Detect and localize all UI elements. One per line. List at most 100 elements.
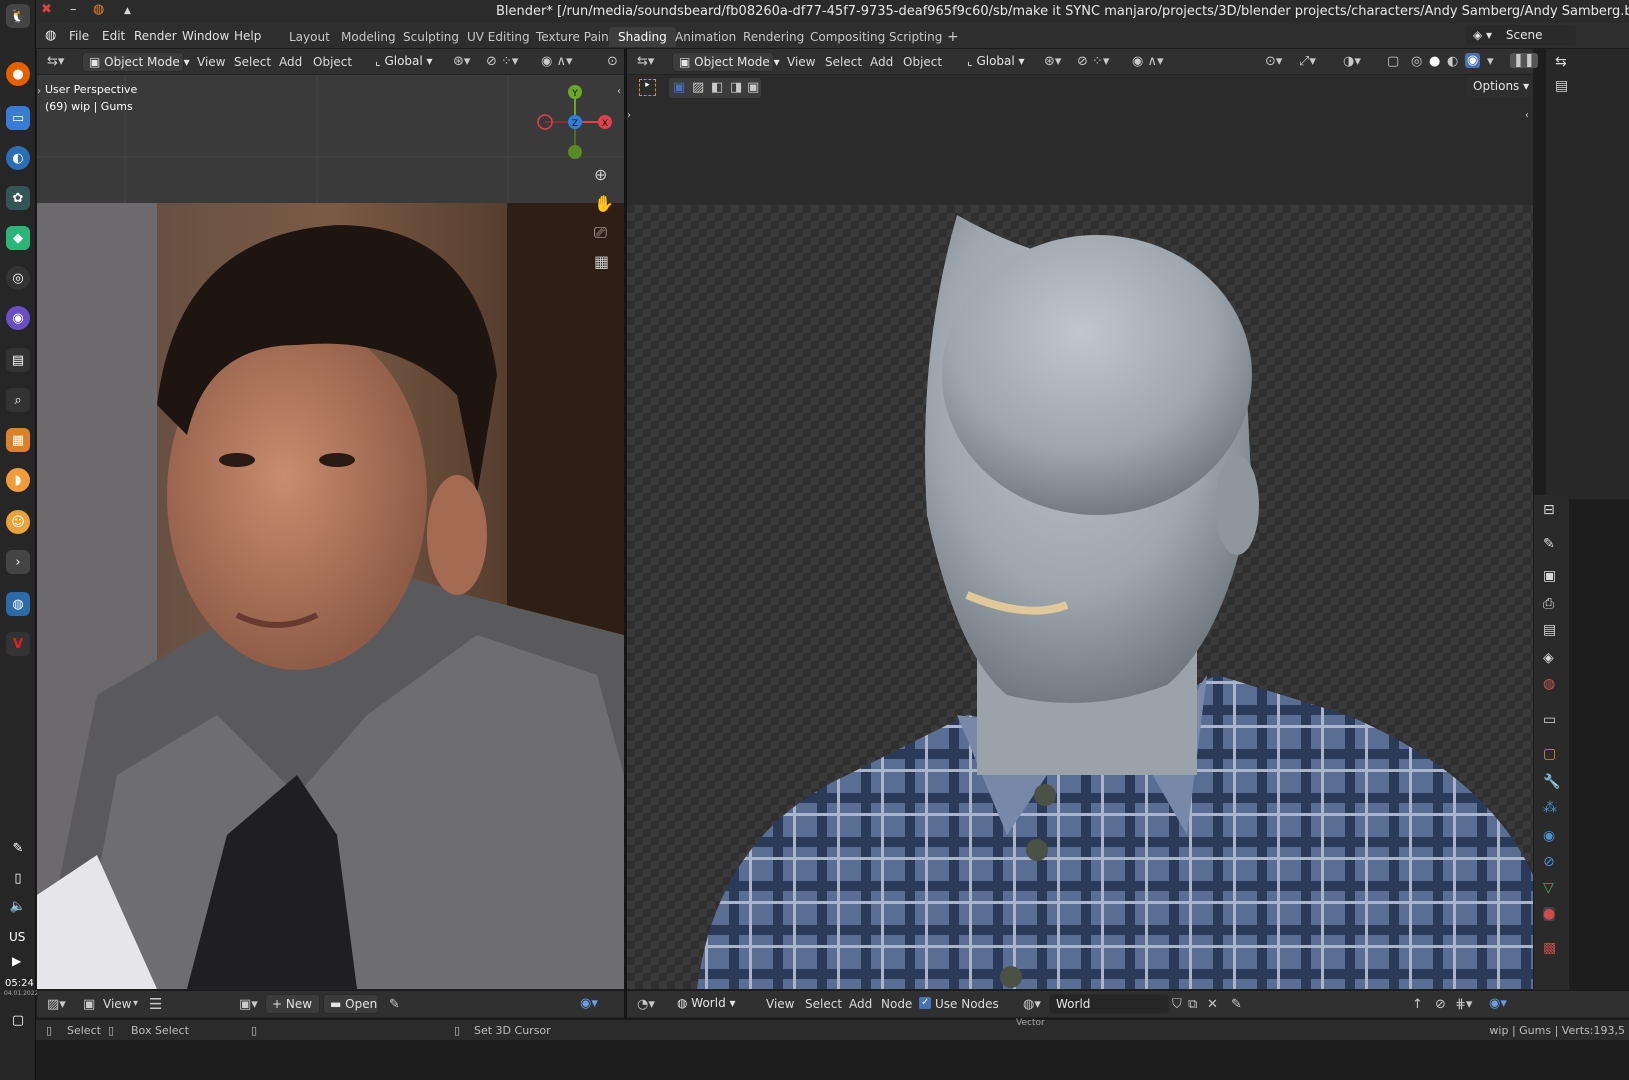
linux-logo-icon[interactable]: 🐧 [6,4,30,28]
menu-edit[interactable]: Edit [102,29,125,43]
left-viewport[interactable]: User Perspective (69) wip | Gums Y X Z ⊕… [37,75,624,989]
right-viewport[interactable]: ▸ ▣ ▨ ◧ ◨ ▣ Options ▾ › ‹ [627,75,1533,989]
app-color-icon[interactable]: ◉ [6,306,30,330]
modifier-props-icon[interactable]: 🔧 [1543,775,1560,789]
editor-type-icon[interactable]: ⇆▾ [637,55,654,68]
world-props-icon[interactable]: ◍ [1543,677,1555,691]
menu-view[interactable]: View [766,997,794,1011]
sidebar-expand-icon[interactable]: ‹ [617,87,621,97]
outliner-icon[interactable]: ▤ [1555,79,1568,93]
pivot-icon[interactable]: ⊛▾ [1044,55,1061,68]
expand-icon[interactable]: ▶ [12,954,21,968]
output-props-icon[interactable]: ⎙ [1543,597,1554,611]
browser-icon[interactable]: ◐ [6,146,30,170]
scene-selector[interactable]: ◈ ▾ Scene [1466,25,1576,45]
material-shading-icon[interactable]: ◐ [1447,55,1458,68]
hamburger-menu-icon[interactable]: ☰ [149,997,162,1012]
tray-icon[interactable]: ✎ [6,836,30,860]
zoom-icon[interactable]: ⊕ [594,167,607,183]
parent-node-icon[interactable]: ↑ [1412,998,1423,1011]
options-dropdown[interactable]: Options ▾ [1467,77,1533,97]
menu-node[interactable]: Node [881,997,912,1011]
gizmo-neg-y-axis[interactable] [568,145,582,159]
vivaldi-icon[interactable]: V [6,632,30,656]
xray-icon[interactable]: ▢ [1387,55,1399,68]
media-icon[interactable]: ▦ [6,428,30,452]
snap-mode-icon[interactable]: ⋕▾ [1455,998,1472,1011]
console-icon[interactable]: › [6,550,30,574]
obs-icon[interactable]: ◎ [6,266,30,290]
terminal-icon[interactable]: ▤ [6,348,30,372]
gizmo-toggle-icon[interactable]: ⤢▾ [1299,55,1316,68]
orientation-dropdown[interactable]: ⌞ Global ▾ [961,52,1033,72]
menu-window[interactable]: Window [182,29,229,43]
select-invert-icon[interactable]: ◨ [730,81,742,94]
select-intersect-icon[interactable]: ▣ [747,81,759,94]
app-green-icon[interactable]: ◆ [6,226,30,250]
wireframe-shading-icon[interactable]: ◎ [1411,55,1422,68]
properties-editor-icon[interactable]: ⇆ [1555,55,1567,69]
menu-select[interactable]: Select [825,55,862,69]
app-orange-icon[interactable]: ◗ [6,468,30,492]
open-image-button[interactable]: ▬ Open [323,994,379,1014]
constraint-props-icon[interactable]: ⊘ [1543,855,1555,869]
tab-scripting[interactable]: Scripting [880,27,951,47]
editor-type-icon[interactable]: ⇆▾ [47,55,64,68]
orientation-dropdown[interactable]: ⌞ Global ▾ [369,52,441,72]
scene-props-icon[interactable]: ◈ [1543,651,1554,665]
physics-props-icon[interactable]: ◉ [1543,829,1555,843]
visibility-icon[interactable]: ⊙ [607,55,618,68]
menu-view[interactable]: View [197,55,225,69]
toolbar-expand-icon[interactable]: › [627,111,631,121]
select-new-icon[interactable]: ▣ [673,81,685,94]
search-icon[interactable]: ⌕ [6,388,30,412]
pin-icon[interactable]: ✎ [389,998,400,1011]
minimize-icon[interactable]: – [70,2,77,17]
overlay-icon[interactable]: ◑▾ [1343,55,1361,68]
pan-hand-icon[interactable]: ✋ [594,196,614,212]
collection-props-icon[interactable]: ▭ [1543,713,1556,727]
data-props-icon[interactable]: ▽ [1543,881,1554,895]
selection-mode-group[interactable]: ▣ ▨ ◧ ◨ ▣ [669,78,761,98]
menu-object[interactable]: Object [313,55,352,69]
overlay-toggle-icon[interactable]: ◉▾ [1489,997,1507,1010]
discord-icon[interactable]: ☺ [6,510,30,534]
show-desktop-icon[interactable]: ▢ [6,1008,30,1032]
pin-icon[interactable]: ✎ [1231,998,1242,1011]
proportional-edit-icon[interactable]: ◉ ∧▾ [541,55,573,68]
menu-file[interactable]: File [69,29,89,43]
menu-render[interactable]: Render [134,29,177,43]
new-image-button[interactable]: + New [265,994,320,1014]
menu-view[interactable]: View [103,997,131,1011]
properties-type-icon[interactable]: ⊟ [1543,503,1555,517]
pivot-icon[interactable]: ⊛▾ [453,55,470,68]
world-browse-icon[interactable]: ◍▾ [1023,998,1041,1011]
editor-type-icon[interactable]: ▨▾ [47,998,66,1011]
volume-icon[interactable]: 🔈 [6,894,30,918]
menu-add[interactable]: Add [849,997,872,1011]
select-subtract-icon[interactable]: ◧ [711,81,723,94]
shading-options-icon[interactable]: ▾ [1487,55,1494,68]
overlay-toggle-icon[interactable]: ◉▾ [580,997,598,1010]
menu-view[interactable]: View [787,55,815,69]
sidebar-expand-icon[interactable]: ‹ [1525,111,1529,121]
camera-icon[interactable]: ⎚ [594,225,607,241]
image-browse-icon[interactable]: ▣▾ [239,998,258,1011]
select-extend-icon[interactable]: ▨ [692,81,704,94]
mode-dropdown[interactable]: ▣ Object Mode ▾ [82,52,190,72]
firefox-icon[interactable]: ● [6,62,30,86]
solid-shading-icon[interactable]: ● [1429,55,1440,68]
texture-props-icon[interactable]: ▩ [1543,941,1556,955]
snap-icon[interactable]: ⊘ [1435,998,1446,1011]
clipboard-icon[interactable]: ▯ [6,866,30,890]
unlink-icon[interactable]: ✕ [1207,998,1218,1011]
world-name-field[interactable]: World [1049,994,1169,1014]
blender-menu-icon[interactable]: ◍ [45,29,56,42]
duplicate-icon[interactable]: ⧉ [1188,998,1197,1011]
menu-help[interactable]: Help [234,29,261,43]
select-tool-icon[interactable]: ▸ [639,79,656,96]
material-props-icon[interactable]: ● [1543,907,1556,921]
navigation-gizmo[interactable]: Y X Z [532,80,612,160]
files-icon[interactable]: ▭ [6,106,30,130]
maximize-icon[interactable]: ▲ [124,6,131,16]
